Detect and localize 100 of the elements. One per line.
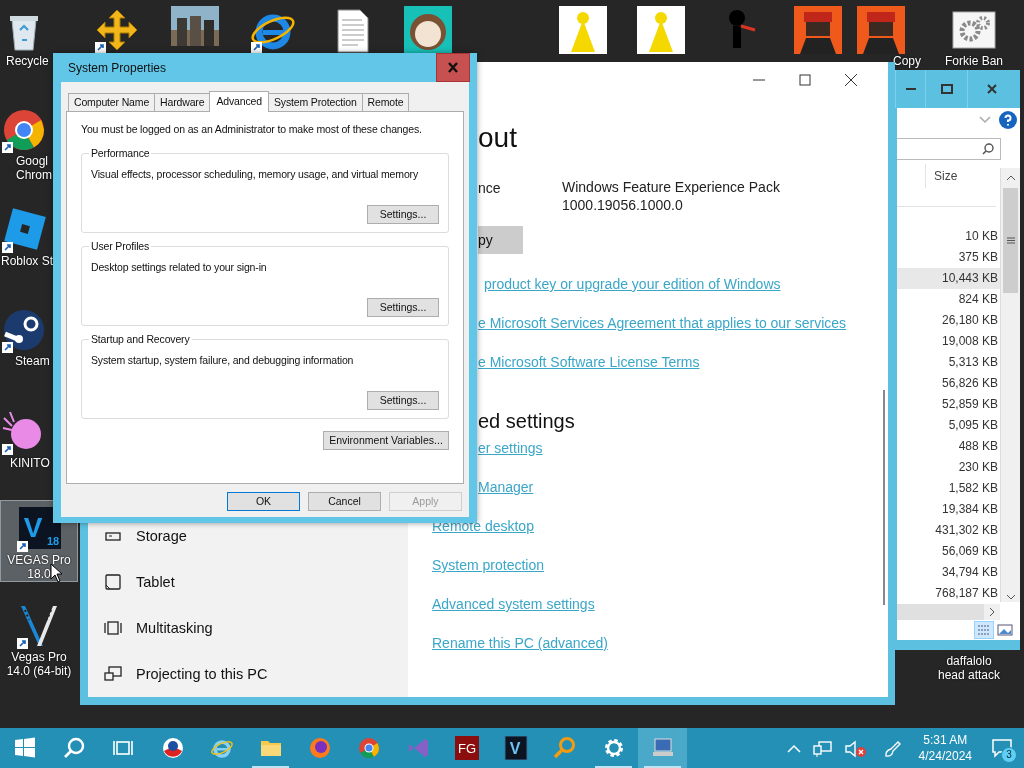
taskbar-button[interactable]	[638, 728, 687, 768]
tab[interactable]: Remote	[361, 93, 410, 111]
icon-label: 14.0 (64-bit)	[6, 664, 72, 678]
minimize-icon	[905, 88, 916, 90]
icon-label: 18.0	[27, 567, 51, 581]
vertical-scrollbar[interactable]	[1000, 168, 1020, 602]
dialog-button[interactable]: OK	[227, 492, 300, 511]
section-heading: ed settings	[478, 409, 576, 434]
search-field[interactable]	[897, 138, 1001, 160]
blocks-icon[interactable]	[0, 206, 48, 254]
horizontal-scrollbar[interactable]	[897, 604, 1000, 620]
help-icon[interactable]	[999, 111, 1017, 129]
clock[interactable]: 5:31 AM 4/24/2024	[910, 732, 980, 764]
size-cell[interactable]: 1,582 KB	[897, 478, 1000, 499]
info-value: Windows Feature Experience Pack	[562, 178, 780, 196]
tab[interactable]: System Protection	[267, 93, 363, 111]
multitasking-icon[interactable]	[104, 619, 122, 637]
icon-label: VEGAS Pro	[7, 553, 71, 567]
size-cell[interactable]: 52,859 KB	[897, 394, 1000, 415]
size-cell[interactable]: 431,302 KB	[897, 520, 1000, 541]
icon-label: Forkie Ban	[945, 54, 1003, 68]
icon-label: Recycle	[5, 54, 49, 68]
app-logo-icon: FG	[453, 736, 480, 760]
icon-label: Roblox St	[0, 254, 54, 268]
settings-button[interactable]: Settings...	[367, 297, 439, 317]
size-cell[interactable]: 5,313 KB	[897, 352, 1000, 373]
notice-text: You must be logged on as an Administrator to make most of these changes.	[81, 122, 423, 137]
size-cell[interactable]: 10,443 KB	[897, 268, 1000, 289]
projecting-icon[interactable]	[104, 665, 122, 683]
group-description: System startup, system failure, and debugging information	[91, 352, 355, 368]
icon-label: Chrom	[15, 168, 52, 182]
icon-label: KINITO	[9, 456, 50, 470]
column-header[interactable]: Size	[926, 164, 1000, 188]
volume-icon[interactable]	[844, 739, 867, 758]
page-heading: out	[478, 121, 518, 155]
size-cell[interactable]: 768,187 KB	[897, 583, 1000, 604]
window-title: System Properties	[67, 59, 167, 77]
settings-button[interactable]: Settings...	[367, 390, 439, 410]
taskbar-button[interactable]: FG	[442, 728, 491, 768]
close-icon	[843, 73, 859, 87]
size-cell[interactable]: 56,826 KB	[897, 373, 1000, 394]
maximize-icon	[797, 73, 813, 87]
scroll-right-icon[interactable]	[989, 607, 995, 617]
icon-label: Steam	[14, 354, 50, 368]
copy-button[interactable]: py	[478, 226, 523, 254]
environment-variables-button[interactable]: Environment Variables...	[323, 430, 449, 450]
scroll-thumb[interactable]	[1003, 188, 1018, 293]
size-cell[interactable]: 34,794 KB	[897, 562, 1000, 583]
notification-icon	[991, 738, 1013, 758]
group-description: Visual effects, processor scheduling, memory usage, and virtual memory	[91, 166, 420, 182]
scrollbar[interactable]	[883, 390, 885, 605]
windows-icon	[13, 736, 37, 760]
network-icon[interactable]	[812, 739, 833, 758]
notification-badge: 3	[1001, 747, 1017, 763]
magnifier-icon	[552, 736, 577, 760]
size-cell[interactable]: 26,180 KB	[897, 310, 1000, 331]
size-cell[interactable]: 230 KB	[897, 457, 1000, 478]
icon-label: head attack	[937, 668, 1000, 682]
settings-button[interactable]: Settings...	[367, 204, 439, 224]
size-cell[interactable]: 375 KB	[897, 247, 1000, 268]
cursor-icon	[50, 563, 63, 583]
notifications-button[interactable]: 3	[980, 728, 1024, 768]
scroll-down-icon[interactable]	[1005, 594, 1016, 600]
icon-label: Copy	[892, 54, 921, 68]
close-button[interactable]	[436, 53, 470, 82]
chevron-icon[interactable]	[979, 116, 991, 124]
minimize-icon	[753, 79, 765, 81]
icon-label: Vegas Pro	[11, 650, 67, 664]
large-icons-view-icon[interactable]	[996, 621, 1014, 639]
info-label: nce	[478, 179, 502, 198]
icon-label: daffalolo	[946, 654, 992, 668]
nav-item[interactable]: Projecting to this PC	[136, 665, 268, 683]
storage-icon[interactable]	[104, 529, 122, 543]
dialog-button[interactable]: Cancel	[308, 492, 381, 511]
tab[interactable]: Advanced	[209, 91, 269, 112]
tab[interactable]: Computer Name	[68, 93, 156, 111]
size-cell[interactable]: 10 KB	[897, 226, 1000, 247]
taskbar-button[interactable]: V	[491, 728, 540, 768]
size-cell[interactable]: 488 KB	[897, 436, 1000, 457]
nav-item[interactable]: Tablet	[136, 573, 175, 591]
search-icon	[62, 736, 87, 760]
size-cell[interactable]: 56,069 KB	[897, 541, 1000, 562]
tablet-icon[interactable]	[104, 573, 122, 591]
size-cell[interactable]: 19,008 KB	[897, 331, 1000, 352]
circle-logo-icon	[160, 736, 185, 760]
close-icon	[447, 62, 459, 73]
firefox-icon	[307, 736, 332, 760]
chrome-icon	[356, 736, 381, 760]
nav-item[interactable]: Storage	[136, 527, 187, 545]
size-cell[interactable]: 19,384 KB	[897, 499, 1000, 520]
size-cell[interactable]: 824 KB	[897, 289, 1000, 310]
icon-label: Googl	[15, 154, 49, 168]
info-value: 1000.19056.1000.0	[562, 196, 684, 214]
group-description: Desktop settings related to your sign-in	[91, 259, 268, 275]
search-icon	[982, 143, 994, 155]
caret-icon[interactable]	[786, 743, 801, 754]
size-cell[interactable]: 5,095 KB	[897, 415, 1000, 436]
app-logo-icon: V	[503, 736, 528, 760]
scroll-up-icon[interactable]	[1005, 175, 1016, 181]
nav-item[interactable]: Multitasking	[136, 619, 213, 637]
